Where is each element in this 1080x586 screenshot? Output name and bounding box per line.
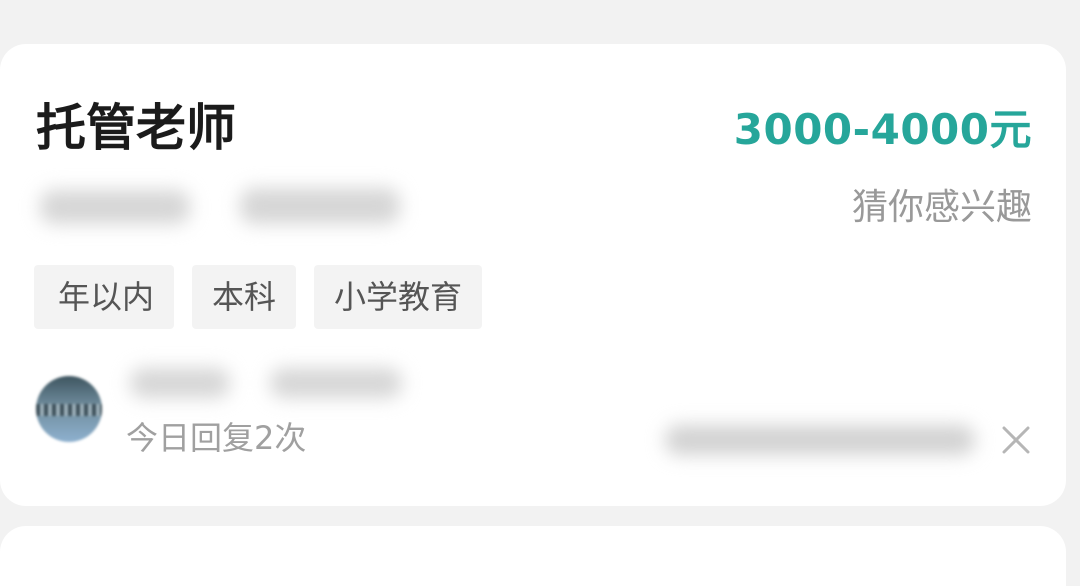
recommend-label: 猜你感兴趣: [851, 187, 1032, 228]
reply-count: 今日回复2次: [126, 419, 307, 457]
job-title: 托管老师: [36, 99, 236, 157]
tag-experience: 年以内: [34, 265, 175, 329]
close-icon[interactable]: [994, 420, 1036, 462]
next-job-card[interactable]: [0, 526, 1066, 586]
tag-education: 本科: [192, 265, 297, 329]
blurred-address: [665, 425, 975, 455]
blurred-recruiter-name: [130, 368, 230, 398]
salary-range: 3000-4000元: [733, 105, 1032, 154]
blurred-recruiter-role: [270, 368, 402, 398]
requirement-tags: 年以内 本科 小学教育: [34, 265, 483, 329]
avatar-image: [36, 404, 102, 416]
blurred-location-info: [240, 188, 400, 224]
recruiter-avatar[interactable]: [36, 376, 102, 442]
tag-major: 小学教育: [314, 265, 483, 329]
blurred-company-info: [40, 190, 190, 224]
